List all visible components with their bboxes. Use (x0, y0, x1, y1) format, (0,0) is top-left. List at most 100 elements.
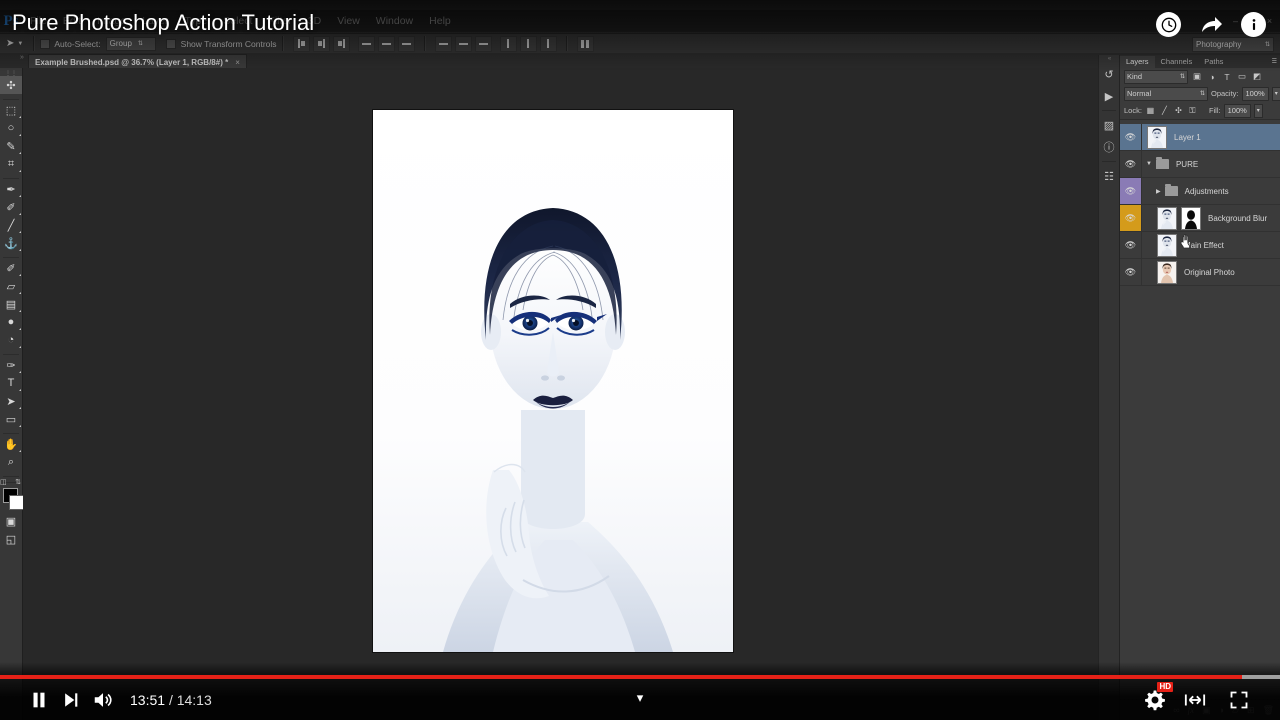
layer-row[interactable]: 👁Background Blur (1120, 205, 1280, 232)
background-color-swatch[interactable] (9, 495, 24, 510)
align-horizontal-centers-button[interactable] (313, 36, 330, 52)
layer-visibility-toggle[interactable]: 👁 (1120, 178, 1142, 204)
layer-row[interactable]: 👁▶Adjustments (1120, 178, 1280, 205)
tab-layers[interactable]: Layers (1120, 56, 1155, 68)
pause-button[interactable] (24, 684, 54, 716)
group-collapsed-chevron-icon[interactable]: ▶ (1156, 188, 1161, 195)
tab-paths[interactable]: Paths (1198, 56, 1229, 68)
auto-select-scope-dropdown[interactable]: Group ⇅ (106, 37, 156, 51)
fill-value-field[interactable]: 100% (1224, 104, 1251, 118)
blend-mode-dropdown[interactable]: Normal ⇅ (1124, 87, 1208, 101)
info-panel-icon[interactable]: ⓘ (1099, 136, 1119, 158)
volume-button[interactable] (88, 684, 118, 716)
blur-tool[interactable]: ● (0, 313, 22, 331)
auto-select-checkbox[interactable] (40, 39, 50, 49)
distribute-top-edges-button[interactable] (435, 36, 452, 52)
panel-menu-icon[interactable]: ☰ (1272, 58, 1277, 65)
align-bottom-edges-button[interactable] (398, 36, 415, 52)
distribute-left-edges-button[interactable] (500, 36, 517, 52)
zoom-tool[interactable]: ⌕ (0, 453, 22, 471)
auto-align-layers-button[interactable] (577, 36, 594, 52)
lock-image-pixels-icon[interactable]: ╱ (1159, 105, 1170, 117)
layer-visibility-toggle[interactable]: 👁 (1120, 151, 1142, 177)
lock-all-icon[interactable]: ⚿ (1187, 105, 1198, 117)
filter-pixel-layers-icon[interactable]: ▣ (1191, 71, 1203, 83)
menu-item-help[interactable]: Help (421, 10, 459, 32)
lock-transparent-pixels-icon[interactable]: ▦ (1145, 105, 1156, 117)
layer-thumbnail[interactable] (1157, 261, 1177, 284)
swap-colors-icon[interactable]: ⇅ (15, 478, 21, 486)
layer-visibility-toggle[interactable]: 👁 (1120, 259, 1142, 285)
lasso-tool[interactable]: ○ (0, 119, 22, 137)
watch-later-icon[interactable] (1156, 12, 1181, 37)
panel-collapse-icon[interactable]: » (20, 54, 23, 61)
eraser-tool[interactable]: ▱ (0, 277, 22, 295)
quick-mask-button[interactable]: ▣ (0, 512, 22, 530)
hand-tool[interactable]: ✋ (0, 435, 22, 453)
layer-visibility-toggle[interactable]: 👁 (1120, 124, 1142, 150)
distribute-vertical-centers-button[interactable] (455, 36, 472, 52)
path-selection-tool[interactable]: ➤ (0, 392, 22, 410)
clone-stamp-tool[interactable]: ⚓ (0, 234, 22, 252)
lock-position-icon[interactable]: ✣ (1173, 105, 1184, 117)
adjustments-panel-icon[interactable]: ▨ (1099, 114, 1119, 136)
filter-adjustment-layers-icon[interactable]: ◑ (1206, 71, 1218, 83)
document-tab[interactable]: Example Brushed.psd @ 36.7% (Layer 1, RG… (28, 54, 247, 69)
filter-shape-layers-icon[interactable]: ▭ (1236, 71, 1248, 83)
theater-mode-button[interactable] (1180, 684, 1210, 716)
document-tab-close-icon[interactable]: × (235, 58, 240, 67)
menu-item-view[interactable]: View (329, 10, 368, 32)
next-video-button[interactable] (56, 684, 86, 716)
preset-chevron-down-icon[interactable]: ▼ (17, 41, 23, 47)
healing-brush-tool[interactable]: ✐ (0, 198, 22, 216)
align-top-edges-button[interactable] (358, 36, 375, 52)
screen-mode-button[interactable]: ◱ (0, 530, 22, 548)
reset-colors-icon[interactable]: ◫ (0, 478, 7, 486)
actions-panel-icon[interactable]: ▶ (1099, 85, 1119, 107)
layer-visibility-toggle[interactable]: 👁 (1120, 205, 1142, 231)
layer-row[interactable]: 👁Original Photo (1120, 259, 1280, 286)
dock-collapse-icon[interactable]: « (1099, 55, 1119, 63)
layer-thumbnail[interactable] (1157, 234, 1177, 257)
video-progress-bar[interactable] (0, 675, 1280, 679)
layer-list[interactable]: 👁Layer 1👁▼PURE👁▶Adjustments👁Background B… (1120, 124, 1280, 698)
layer-thumbnail[interactable] (1147, 126, 1167, 149)
document-canvas[interactable] (373, 110, 733, 652)
align-left-edges-button[interactable] (293, 36, 310, 52)
rectangle-tool[interactable]: ▭ (0, 410, 22, 428)
info-icon[interactable] (1241, 12, 1266, 37)
history-panel-icon[interactable]: ↺ (1099, 63, 1119, 85)
layer-row[interactable]: 👁▼PURE (1120, 151, 1280, 178)
dodge-tool[interactable]: ◔ (0, 331, 22, 349)
align-vertical-centers-button[interactable] (378, 36, 395, 52)
distribute-right-edges-button[interactable] (540, 36, 557, 52)
distribute-bottom-edges-button[interactable] (475, 36, 492, 52)
quick-selection-tool[interactable]: ✎ (0, 137, 22, 155)
share-icon[interactable] (1197, 12, 1225, 37)
distribute-horizontal-centers-button[interactable] (520, 36, 537, 52)
filter-kind-dropdown[interactable]: Kind ⇅ (1124, 70, 1188, 84)
opacity-stepper[interactable]: ▾ (1272, 87, 1280, 101)
opacity-value-field[interactable]: 100% (1242, 87, 1269, 101)
crop-tool[interactable]: ⌗ (0, 155, 22, 173)
canvas-area[interactable] (23, 68, 1120, 720)
filter-type-layers-icon[interactable]: T (1221, 71, 1233, 83)
align-right-edges-button[interactable] (333, 36, 350, 52)
group-expanded-chevron-icon[interactable]: ▼ (1146, 161, 1152, 167)
workspace-dropdown[interactable]: Photography ⇅ (1192, 37, 1274, 52)
brush-tool[interactable]: ╱ (0, 216, 22, 234)
gradient-tool[interactable]: ▤ (0, 295, 22, 313)
eyedropper-tool[interactable]: ✒ (0, 180, 22, 198)
marquee-tool[interactable]: ⬚ (0, 101, 22, 119)
filter-smart-object-icon[interactable]: ◩ (1251, 71, 1263, 83)
fill-stepper[interactable]: ▾ (1254, 104, 1263, 118)
tab-channels[interactable]: Channels (1155, 56, 1199, 68)
layer-row[interactable]: 👁Layer 1 (1120, 124, 1280, 151)
active-tool-preset[interactable]: ➤ ▼ (0, 38, 28, 49)
properties-panel-icon[interactable]: ☷ (1099, 165, 1119, 187)
history-brush-tool[interactable]: ✐ (0, 259, 22, 277)
layer-mask-thumbnail[interactable] (1181, 207, 1201, 230)
type-tool[interactable]: T (0, 374, 22, 392)
menu-item-window[interactable]: Window (368, 10, 421, 32)
fullscreen-button[interactable] (1224, 684, 1254, 716)
